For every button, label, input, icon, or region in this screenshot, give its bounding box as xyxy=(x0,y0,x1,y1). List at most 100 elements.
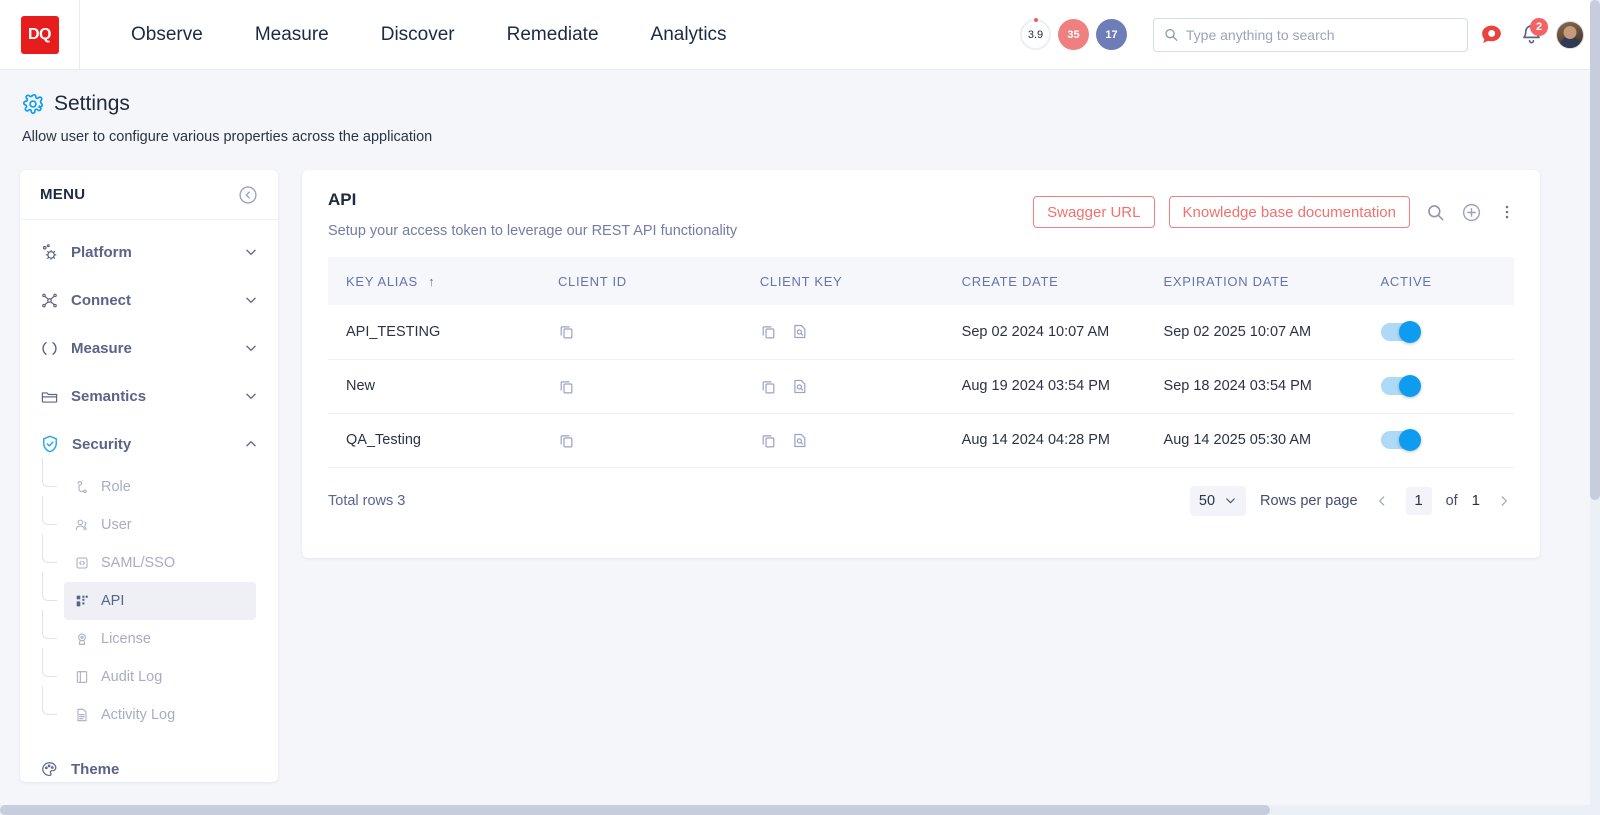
card-title-block: API Setup your access token to leverage … xyxy=(328,190,737,239)
sidebar-item-label: Activity Log xyxy=(101,707,175,723)
api-grid-icon xyxy=(74,593,90,609)
copy-icon[interactable] xyxy=(760,323,777,340)
sidebar-header: MENU xyxy=(20,170,278,220)
palette-icon xyxy=(40,760,59,779)
folder-icon xyxy=(40,387,59,406)
horizontal-scrollbar-thumb[interactable] xyxy=(0,805,1270,815)
sidebar-item-connect[interactable]: Connect xyxy=(20,276,278,324)
nav-link-analytics[interactable]: Analytics xyxy=(625,24,753,46)
column-header-client-key[interactable]: CLIENT KEY xyxy=(742,257,944,305)
notifications-button[interactable]: 2 xyxy=(1514,18,1548,52)
table-header-row: KEY ALIAS ↑ CLIENT ID CLIENT KEY CREATE … xyxy=(328,257,1514,305)
nav-link-measure[interactable]: Measure xyxy=(229,24,355,46)
sidebar-item-theme[interactable]: Theme xyxy=(20,734,278,779)
rows-per-page-select[interactable]: 50 xyxy=(1190,486,1246,516)
sort-ascending-icon: ↑ xyxy=(428,274,435,289)
cell-client-id xyxy=(540,413,742,467)
copy-icon[interactable] xyxy=(760,378,777,395)
sidebar-item-label: Semantics xyxy=(71,388,232,405)
nav-link-observe[interactable]: Observe xyxy=(105,24,229,46)
table-footer: Total rows 3 50 Rows per page 1 of 1 xyxy=(302,470,1540,532)
sidebar-item-role[interactable]: Role xyxy=(64,468,256,506)
cell-key-alias: API_TESTING xyxy=(328,305,540,359)
global-search[interactable] xyxy=(1153,18,1468,52)
add-api-key-button[interactable] xyxy=(1460,201,1482,223)
score-badge-alerts[interactable]: 35 xyxy=(1058,19,1089,50)
app-logo[interactable]: DQ xyxy=(21,16,59,54)
view-document-icon[interactable] xyxy=(791,378,808,395)
cell-expiration-date: Sep 02 2025 10:07 AM xyxy=(1146,305,1363,359)
sidebar-collapse-button[interactable] xyxy=(238,185,258,205)
column-header-expiration-date[interactable]: EXPIRATION DATE xyxy=(1146,257,1363,305)
nav-link-remediate[interactable]: Remediate xyxy=(481,24,625,46)
table-row[interactable]: New xyxy=(328,359,1514,413)
sidebar-item-label: Security xyxy=(72,436,232,453)
sidebar-item-security[interactable]: Security xyxy=(20,420,278,468)
cell-active xyxy=(1363,359,1514,413)
connect-nodes-icon xyxy=(40,291,59,310)
score-badge-tasks[interactable]: 17 xyxy=(1096,19,1127,50)
table-search-button[interactable] xyxy=(1424,201,1446,223)
previous-page-button[interactable] xyxy=(1372,491,1392,511)
swagger-url-button[interactable]: Swagger URL xyxy=(1033,196,1154,228)
measure-circle-icon xyxy=(40,339,59,358)
chat-button[interactable] xyxy=(1474,18,1508,52)
chat-bubble-icon xyxy=(1479,22,1504,47)
score-badge-rating[interactable]: 3.9 xyxy=(1020,19,1051,50)
chevron-down-icon xyxy=(1224,494,1237,507)
sidebar-item-platform[interactable]: Platform xyxy=(20,228,278,276)
search-input[interactable] xyxy=(1186,27,1457,43)
cell-create-date: Aug 19 2024 03:54 PM xyxy=(944,359,1146,413)
client-key-actions xyxy=(760,432,944,449)
column-header-active[interactable]: ACTIVE xyxy=(1363,257,1514,305)
nav-link-discover[interactable]: Discover xyxy=(355,24,481,46)
column-header-key-alias[interactable]: KEY ALIAS ↑ xyxy=(328,257,540,305)
chevron-down-icon xyxy=(244,389,258,403)
more-options-button[interactable] xyxy=(1496,201,1518,223)
avatar[interactable] xyxy=(1556,21,1584,49)
logo-container: DQ xyxy=(0,0,80,70)
chevron-left-circle-icon xyxy=(238,185,258,205)
table-row[interactable]: QA_Testing xyxy=(328,413,1514,467)
column-header-create-date[interactable]: CREATE DATE xyxy=(944,257,1146,305)
sidebar-menu-list: Platform Connect xyxy=(20,220,278,779)
sidebar-item-user[interactable]: User xyxy=(64,506,256,544)
view-document-icon[interactable] xyxy=(791,432,808,449)
copy-icon[interactable] xyxy=(558,378,575,395)
sidebar-item-audit-log[interactable]: Audit Log xyxy=(64,658,256,696)
sidebar-item-saml-sso[interactable]: SAML/SSO xyxy=(64,544,256,582)
view-document-icon[interactable] xyxy=(791,323,808,340)
sidebar-item-label: Role xyxy=(101,479,131,495)
sidebar-item-label: Theme xyxy=(71,761,119,778)
cell-client-id xyxy=(540,305,742,359)
vertical-scrollbar-thumb[interactable] xyxy=(1590,0,1600,500)
chevron-up-icon xyxy=(244,437,258,451)
copy-icon[interactable] xyxy=(558,432,575,449)
horizontal-scrollbar[interactable] xyxy=(0,805,1600,815)
sidebar-item-activity-log[interactable]: Activity Log xyxy=(64,696,256,734)
sidebar-item-measure[interactable]: Measure xyxy=(20,324,278,372)
current-page-number[interactable]: 1 xyxy=(1406,487,1432,515)
audit-log-icon xyxy=(74,669,90,685)
knowledge-base-documentation-button[interactable]: Knowledge base documentation xyxy=(1169,196,1411,228)
active-toggle[interactable] xyxy=(1381,431,1419,449)
copy-icon[interactable] xyxy=(760,432,777,449)
client-key-actions xyxy=(760,323,944,340)
primary-nav-links: Observe Measure Discover Remediate Analy… xyxy=(105,24,753,46)
cell-active xyxy=(1363,305,1514,359)
page-body: MENU Platform xyxy=(0,170,1600,815)
active-toggle[interactable] xyxy=(1381,323,1419,341)
vertical-scrollbar[interactable] xyxy=(1590,0,1600,815)
sidebar-item-semantics[interactable]: Semantics xyxy=(20,372,278,420)
cell-client-key xyxy=(742,413,944,467)
copy-icon[interactable] xyxy=(558,323,575,340)
table-body: API_TESTING xyxy=(328,305,1514,467)
active-toggle[interactable] xyxy=(1381,377,1419,395)
next-page-button[interactable] xyxy=(1494,491,1514,511)
column-header-client-id[interactable]: CLIENT ID xyxy=(540,257,742,305)
settings-sidebar: MENU Platform xyxy=(20,170,278,782)
table-row[interactable]: API_TESTING xyxy=(328,305,1514,359)
cell-client-id xyxy=(540,359,742,413)
sidebar-item-license[interactable]: License xyxy=(64,620,256,658)
sidebar-item-api[interactable]: API xyxy=(64,582,256,620)
